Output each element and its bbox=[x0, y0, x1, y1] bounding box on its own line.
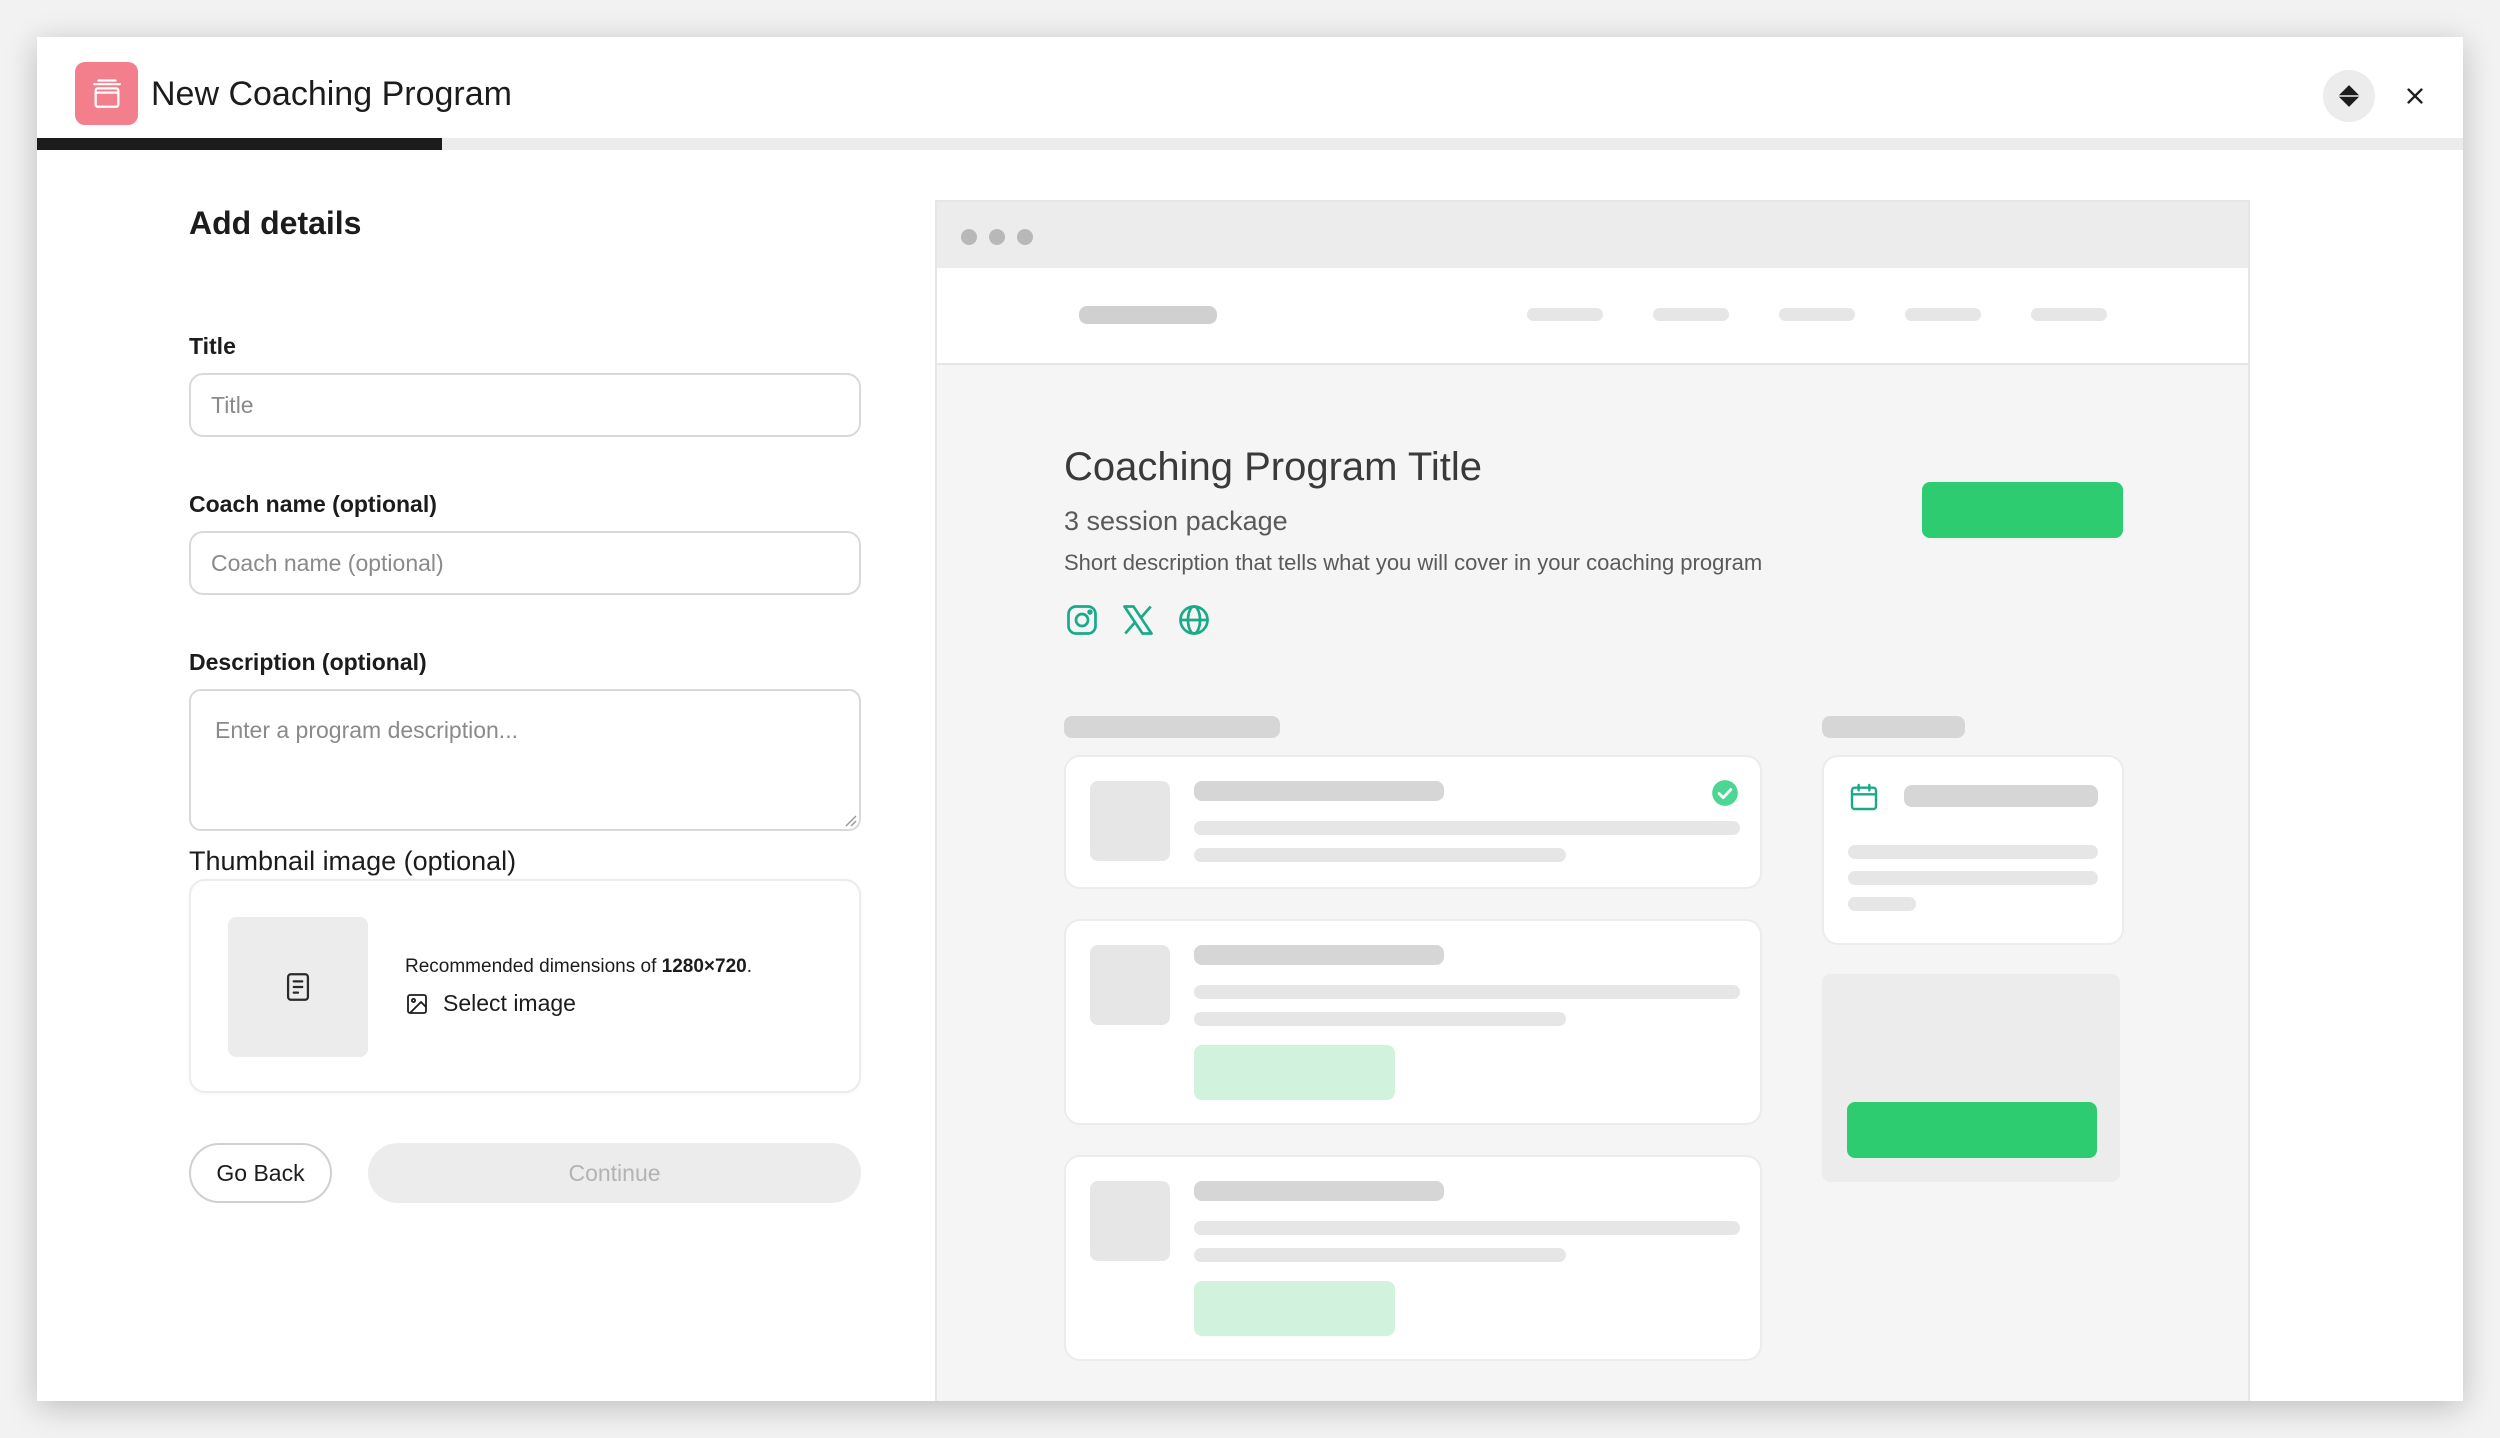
modal-window: New Coaching Program Add details Title C… bbox=[37, 37, 2463, 1401]
browser-dot bbox=[961, 229, 977, 245]
session-thumbnail-placeholder bbox=[1090, 945, 1170, 1025]
session-button-placeholder bbox=[1194, 1281, 1395, 1336]
thumbnail-label: Thumbnail image (optional) bbox=[189, 846, 517, 876]
calendar-icon bbox=[1850, 783, 1878, 811]
session-title-placeholder bbox=[1194, 781, 1444, 801]
session-button-placeholder bbox=[1194, 1045, 1395, 1100]
continue-button[interactable]: Continue bbox=[368, 1143, 861, 1203]
booking-line-placeholder bbox=[1848, 897, 1916, 911]
close-icon bbox=[2407, 88, 2423, 104]
preview-description: Short description that tells what you wi… bbox=[1064, 550, 1763, 575]
preview-session-package: 3 session package bbox=[1064, 506, 1288, 536]
session-line-placeholder bbox=[1194, 1248, 1566, 1262]
instagram-icon bbox=[1067, 605, 1097, 635]
thumbnail-placeholder bbox=[228, 917, 368, 1057]
select-image-label: Select image bbox=[443, 990, 576, 1016]
diamond-button[interactable] bbox=[2323, 70, 2375, 122]
section-heading-placeholder bbox=[1064, 716, 1280, 738]
recommended-dims: 1280×720 bbox=[661, 956, 747, 977]
globe-icon bbox=[1179, 605, 1209, 635]
browser-dot bbox=[1017, 229, 1033, 245]
session-title-placeholder bbox=[1194, 945, 1444, 965]
session-thumbnail-placeholder bbox=[1090, 781, 1170, 861]
nav-link-placeholder bbox=[2031, 308, 2107, 321]
description-label: Description (optional) bbox=[189, 649, 427, 675]
resize-grip-icon[interactable] bbox=[841, 811, 857, 827]
session-line-placeholder bbox=[1194, 821, 1740, 835]
booking-line-placeholder bbox=[1848, 871, 2098, 885]
session-title-placeholder bbox=[1194, 1181, 1444, 1201]
session-line-placeholder bbox=[1194, 985, 1740, 999]
nav-link-placeholder bbox=[1527, 308, 1603, 321]
modal-header: New Coaching Program bbox=[37, 37, 2463, 138]
check-circle-icon bbox=[1712, 780, 1738, 806]
sidebar-heading-placeholder bbox=[1822, 716, 1965, 738]
browser-bar bbox=[937, 202, 2248, 268]
x-icon bbox=[1123, 605, 1153, 635]
nav-link-placeholder bbox=[1779, 308, 1855, 321]
preview-cta-button bbox=[1922, 482, 2123, 538]
select-image-button[interactable]: Select image bbox=[405, 990, 576, 1017]
trash-box-icon bbox=[75, 62, 138, 125]
thumbnail-upload-card: Recommended dimensions of 1280×720. Sele… bbox=[189, 879, 861, 1093]
section-heading: Add details bbox=[189, 205, 362, 241]
coach-name-label: Coach name (optional) bbox=[189, 491, 437, 517]
session-line-placeholder bbox=[1194, 1221, 1740, 1235]
document-icon bbox=[286, 973, 310, 1001]
session-line-placeholder bbox=[1194, 848, 1566, 862]
coach-name-input[interactable] bbox=[189, 531, 861, 595]
session-card bbox=[1064, 755, 1762, 889]
session-card bbox=[1064, 1155, 1762, 1361]
session-line-placeholder bbox=[1194, 1012, 1566, 1026]
nav-link-placeholder bbox=[1905, 308, 1981, 321]
recommended-dimensions-text: Recommended dimensions of 1280×720. bbox=[405, 956, 752, 978]
browser-dot bbox=[989, 229, 1005, 245]
nav-link-placeholder bbox=[1653, 308, 1729, 321]
image-icon bbox=[407, 993, 427, 1014]
diamond-icon bbox=[2338, 85, 2360, 107]
modal-title: New Coaching Program bbox=[151, 75, 512, 113]
booking-title-placeholder bbox=[1904, 785, 2098, 807]
progress-bar bbox=[37, 138, 2463, 150]
preview-site-nav bbox=[937, 268, 2248, 365]
session-thumbnail-placeholder bbox=[1090, 1181, 1170, 1261]
go-back-button[interactable]: Go Back bbox=[189, 1143, 332, 1203]
booking-line-placeholder bbox=[1848, 845, 2098, 859]
program-preview: Coaching Program Title 3 session package… bbox=[935, 200, 2250, 1401]
progress-bar-fill bbox=[37, 138, 443, 150]
checkout-box bbox=[1822, 974, 2120, 1182]
checkout-button-placeholder bbox=[1847, 1102, 2097, 1158]
recommended-suffix: . bbox=[746, 956, 752, 977]
description-textarea[interactable] bbox=[189, 689, 861, 831]
nav-logo-placeholder bbox=[1079, 306, 1217, 324]
title-input[interactable] bbox=[189, 373, 861, 437]
title-label: Title bbox=[189, 333, 236, 359]
recommended-prefix: Recommended dimensions of bbox=[405, 956, 662, 977]
session-card bbox=[1064, 919, 1762, 1125]
preview-program-title: Coaching Program Title bbox=[1064, 445, 1482, 489]
close-button[interactable] bbox=[2389, 70, 2441, 122]
booking-card bbox=[1822, 755, 2124, 945]
